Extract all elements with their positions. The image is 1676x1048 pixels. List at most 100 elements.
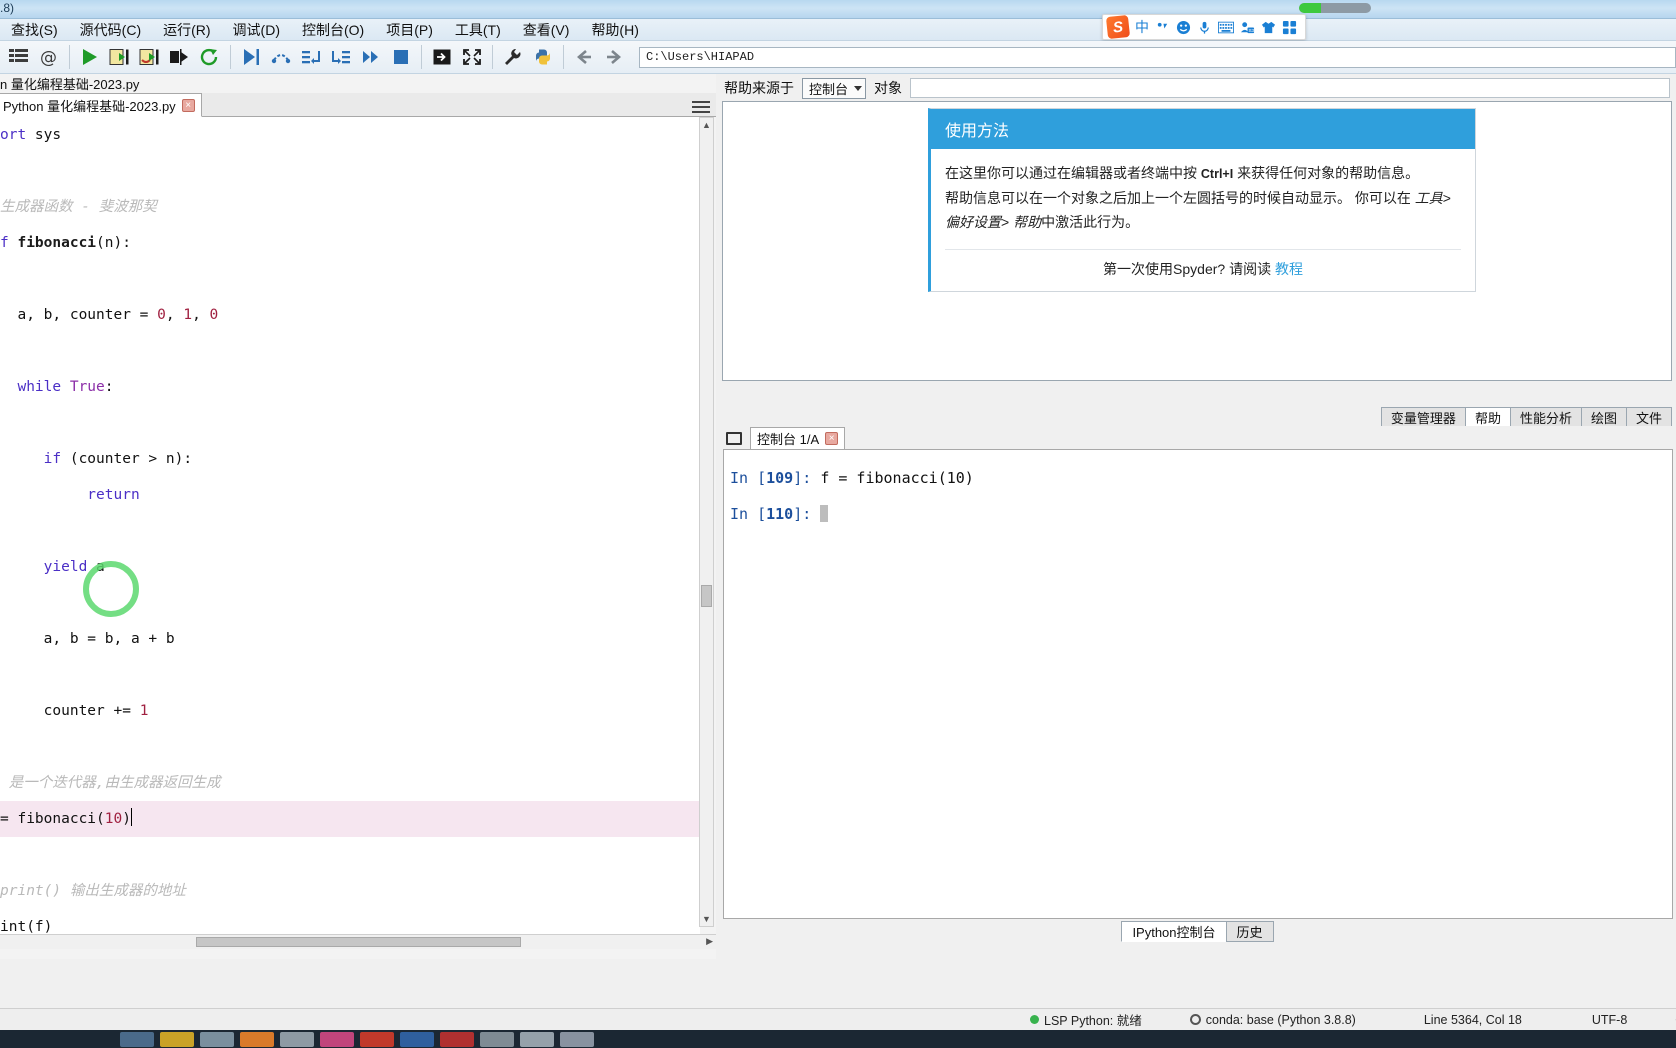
taskbar-item-1[interactable] — [120, 1031, 154, 1047]
taskbar-item-5[interactable] — [280, 1031, 314, 1047]
menu-debug[interactable]: 调试(D) — [222, 18, 291, 42]
menu-tools[interactable]: 工具(T) — [444, 18, 512, 42]
tab-profiler[interactable]: 性能分析 — [1509, 407, 1582, 428]
stop-icon[interactable] — [386, 43, 416, 72]
code-line[interactable] — [0, 513, 700, 549]
ime-chinese-mode-icon[interactable]: 中 — [1135, 20, 1149, 34]
code-line[interactable]: f fibonacci(n): — [0, 225, 700, 261]
tab-plots[interactable]: 绘图 — [1580, 407, 1627, 428]
rerun-icon[interactable] — [195, 43, 225, 72]
console-tab-active[interactable]: 控制台 1/A × — [750, 426, 846, 450]
taskbar-item-10[interactable] — [480, 1031, 514, 1047]
ime-emoji-icon[interactable] — [1176, 20, 1191, 35]
code-line[interactable] — [0, 585, 700, 621]
continue-icon[interactable] — [356, 43, 386, 72]
menu-search[interactable]: 查找(S) — [0, 18, 69, 42]
tab-help[interactable]: 帮助 — [1464, 407, 1511, 428]
editor-horizontal-scrollbar[interactable]: ▶ — [0, 934, 716, 949]
taskbar-item-3[interactable] — [200, 1031, 234, 1047]
tab-variable-explorer[interactable]: 变量管理器 — [1380, 407, 1466, 428]
ime-microphone-icon[interactable] — [1197, 20, 1212, 35]
code-editor[interactable]: ort sys 生成器函数 - 斐波那契 f fibonacci(n): a, b,… — [0, 117, 700, 945]
working-directory-input[interactable]: C:\Users\HIAPAD — [639, 46, 1676, 68]
step-into-icon[interactable] — [296, 43, 326, 72]
editor-tab-active[interactable]: Python 量化编程基础-2023.py × — [0, 93, 202, 117]
editor-vscroll-thumb[interactable] — [701, 585, 712, 607]
code-line[interactable] — [0, 837, 700, 873]
taskbar-item-11[interactable] — [520, 1031, 554, 1047]
taskbar-item-8[interactable] — [400, 1031, 434, 1047]
back-icon[interactable] — [569, 43, 599, 72]
code-line[interactable]: while True: — [0, 369, 700, 405]
code-line[interactable]: a, b, counter = 0, 1, 0 — [0, 297, 700, 333]
ime-punctuation-icon[interactable] — [1155, 20, 1170, 35]
editor-tab-close-icon[interactable]: × — [181, 98, 195, 112]
console-tab-close-icon[interactable]: × — [825, 431, 839, 445]
code-line[interactable] — [0, 261, 700, 297]
ime-user-card-icon[interactable]: S3 — [1240, 20, 1255, 35]
taskbar-item-9[interactable] — [440, 1031, 474, 1047]
code-line[interactable]: 生成器函数 - 斐波那契 — [0, 189, 700, 225]
menu-project[interactable]: 项目(P) — [375, 18, 444, 42]
scroll-right-icon[interactable]: ▶ — [706, 936, 713, 947]
menu-run[interactable]: 运行(R) — [152, 18, 221, 42]
taskbar-item-2[interactable] — [160, 1031, 194, 1047]
menu-help[interactable]: 帮助(H) — [580, 18, 649, 42]
code-line[interactable] — [0, 405, 700, 441]
taskbar-item-7[interactable] — [360, 1031, 394, 1047]
code-line[interactable] — [0, 729, 700, 765]
step-return-icon[interactable] — [326, 43, 356, 72]
code-line[interactable]: yield a — [0, 549, 700, 585]
taskbar-item-6[interactable] — [320, 1031, 354, 1047]
tab-history[interactable]: 历史 — [1225, 921, 1274, 942]
new-console-icon[interactable] — [427, 43, 457, 72]
editor-vertical-scrollbar[interactable]: ▲ ▼ — [699, 117, 714, 927]
python-path-icon[interactable] — [528, 43, 558, 72]
code-line[interactable]: = fibonacci(10) — [0, 801, 700, 837]
editor-hscroll-thumb[interactable] — [196, 937, 521, 947]
menu-source[interactable]: 源代码(C) — [69, 18, 152, 42]
forward-icon[interactable] — [599, 43, 629, 72]
ime-keyboard-icon[interactable] — [1218, 21, 1234, 34]
scroll-up-icon[interactable]: ▲ — [701, 119, 712, 131]
step-over-icon[interactable] — [266, 43, 296, 72]
console-browse-icon[interactable] — [726, 431, 742, 445]
fullscreen-icon[interactable] — [457, 43, 487, 72]
run-cell-icon[interactable] — [105, 43, 135, 72]
ime-floating-toolbar[interactable]: S 中 S3 — [1102, 14, 1306, 40]
help-pane: 帮助来源于 控制台 对象 使用方法 在这里你可以通过在编辑器或者终端中按 Ctr… — [720, 74, 1676, 428]
menu-console[interactable]: 控制台(O) — [291, 18, 375, 42]
tutorial-link[interactable]: 教程 — [1275, 261, 1303, 277]
help-source-select[interactable]: 控制台 — [802, 77, 867, 99]
taskbar-item-4[interactable] — [240, 1031, 274, 1047]
menu-view[interactable]: 查看(V) — [512, 18, 581, 42]
run-cell-advance-icon[interactable] — [135, 43, 165, 72]
code-line[interactable] — [0, 153, 700, 189]
debug-file-icon[interactable] — [236, 43, 266, 72]
scroll-down-icon[interactable]: ▼ — [701, 913, 712, 925]
preferences-icon[interactable] — [498, 43, 528, 72]
tab-files[interactable]: 文件 — [1625, 407, 1672, 428]
code-token: (counter > n): — [69, 451, 193, 467]
code-line[interactable] — [0, 333, 700, 369]
code-line[interactable]: counter += 1 — [0, 693, 700, 729]
tab-ipython-console[interactable]: IPython控制台 — [1121, 921, 1227, 942]
run-file-icon[interactable] — [75, 43, 105, 72]
code-line[interactable]: return — [0, 477, 700, 513]
ipython-console[interactable]: In [109]: f = fibonacci(10) In [110]: — [723, 449, 1673, 919]
ime-apps-icon[interactable] — [1282, 20, 1297, 35]
code-line[interactable] — [0, 657, 700, 693]
code-line[interactable]: 是一个迭代器,由生成器返回生成 — [0, 765, 700, 801]
run-selection-icon[interactable] — [165, 43, 195, 72]
code-line[interactable]: print() 输出生成器的地址 — [0, 873, 700, 909]
at-icon[interactable]: @ — [34, 43, 64, 72]
code-line[interactable]: a, b = b, a + b — [0, 621, 700, 657]
ime-skin-icon[interactable] — [1261, 20, 1276, 35]
editor-options-icon[interactable] — [692, 98, 710, 116]
code-line[interactable]: if (counter > n): — [0, 441, 700, 477]
taskbar-item-12[interactable] — [560, 1031, 594, 1047]
help-object-input[interactable] — [910, 78, 1670, 98]
code-line[interactable]: ort sys — [0, 117, 700, 153]
file-list-icon[interactable] — [4, 43, 34, 72]
code-token: sys — [26, 127, 62, 143]
